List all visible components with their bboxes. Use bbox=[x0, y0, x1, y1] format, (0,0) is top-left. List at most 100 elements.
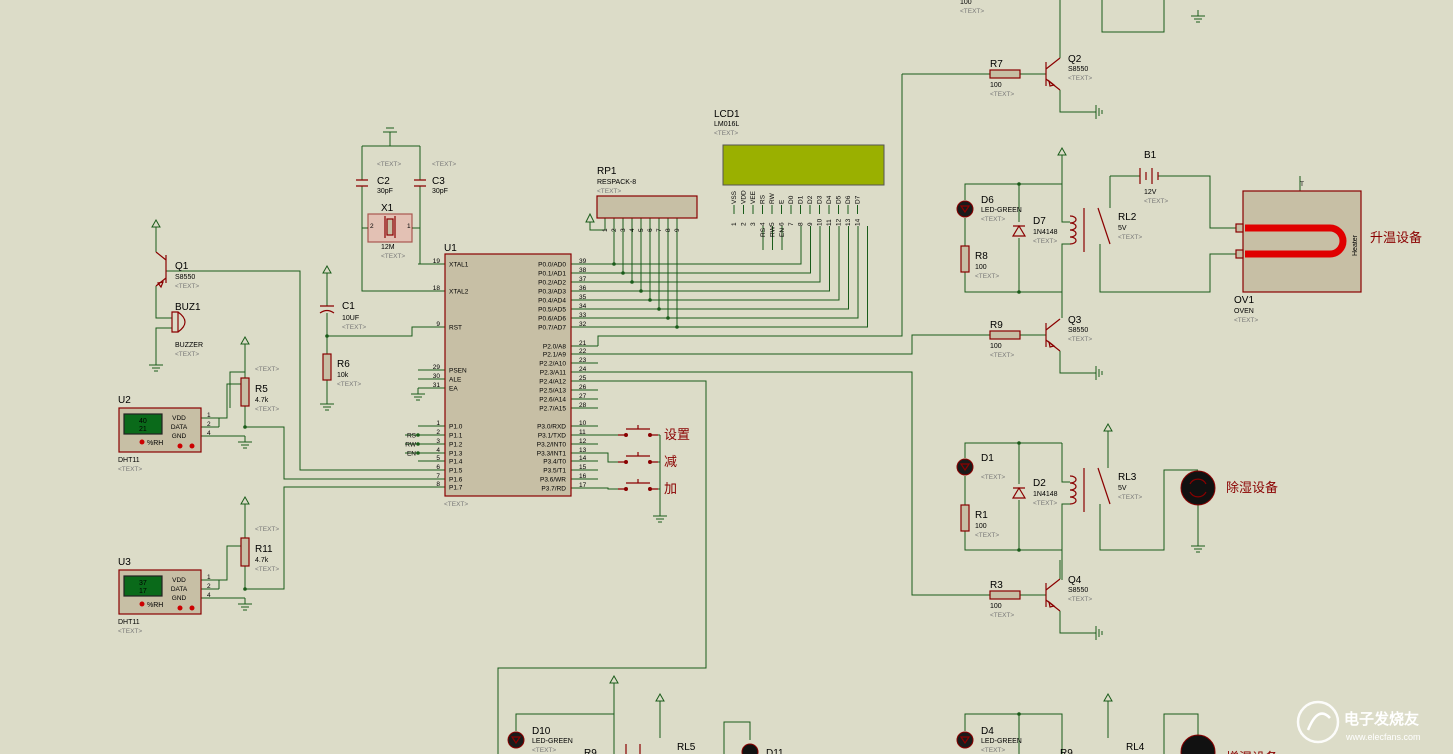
respack-pin: 5 bbox=[638, 228, 645, 232]
pin-label: P1.0 bbox=[449, 424, 463, 431]
button-pin bbox=[624, 433, 628, 437]
transistor-value: S8550 bbox=[1068, 327, 1088, 334]
button-pin bbox=[624, 460, 628, 464]
pin-label: XTAL2 bbox=[449, 289, 469, 296]
transistor-value: S8550 bbox=[175, 274, 195, 281]
pin-label: P0.6/AD6 bbox=[538, 316, 566, 323]
dht-pin: DATA bbox=[171, 586, 188, 593]
wire bbox=[166, 270, 418, 471]
lcd-pin-label: D1 bbox=[798, 195, 805, 204]
mcu-ref: U1 bbox=[444, 243, 457, 254]
crystal-pin: 2 bbox=[370, 223, 374, 230]
pin-number: 4 bbox=[436, 447, 440, 454]
lcd-screen bbox=[722, 144, 885, 186]
wire bbox=[1061, 443, 1070, 483]
respack-pin: 4 bbox=[629, 228, 636, 232]
wire bbox=[1059, 611, 1096, 634]
text-placeholder: <TEXT> bbox=[432, 161, 456, 168]
capacitor-c1 bbox=[319, 305, 335, 314]
pin-label: EA bbox=[449, 386, 458, 393]
transistor-ref: Q2 bbox=[1068, 54, 1082, 65]
wire bbox=[327, 326, 418, 337]
dht-unit: %RH bbox=[147, 602, 163, 609]
led-ref: D1 bbox=[981, 453, 994, 464]
pin-number: 31 bbox=[433, 382, 441, 389]
diode bbox=[1011, 486, 1027, 499]
lcd-signal: RW bbox=[770, 225, 777, 237]
pin-label: P2.5/A13 bbox=[539, 388, 566, 395]
transistor-value: S8550 bbox=[1068, 66, 1088, 73]
respack-rp1 bbox=[596, 195, 698, 219]
wire bbox=[964, 713, 1063, 754]
text-placeholder: <TEXT> bbox=[1118, 494, 1142, 501]
text-placeholder: <TEXT> bbox=[1118, 234, 1142, 241]
ground-symbol bbox=[238, 603, 252, 611]
led bbox=[956, 200, 974, 218]
pin-label: RST bbox=[449, 325, 462, 332]
wire bbox=[598, 226, 821, 283]
lcd-pin-number: 4 bbox=[760, 222, 767, 226]
led bbox=[507, 731, 525, 749]
text-placeholder: <TEXT> bbox=[975, 532, 999, 539]
pin-number: 30 bbox=[433, 373, 441, 380]
text-placeholder: <TEXT> bbox=[377, 161, 401, 168]
button-pin bbox=[648, 433, 652, 437]
pin-number: 3 bbox=[436, 438, 440, 445]
lcd-ref: LCD1 bbox=[714, 109, 740, 120]
dht-pin: VDD bbox=[172, 577, 186, 584]
resistor-value: 4.7k bbox=[255, 557, 269, 564]
dht-pin: GND bbox=[172, 433, 187, 440]
text-placeholder: <TEXT> bbox=[118, 466, 142, 473]
respack-pin: 3 bbox=[620, 228, 627, 232]
ground-symbol bbox=[411, 393, 425, 401]
ground-symbol bbox=[653, 515, 667, 523]
lcd-pin-label: D6 bbox=[845, 195, 852, 204]
resistor-ref: R6 bbox=[337, 359, 350, 370]
respack-pin: 7 bbox=[656, 228, 663, 232]
crystal-pin: 1 bbox=[407, 223, 411, 230]
pin-number: 18 bbox=[433, 285, 441, 292]
p1-signal: EN bbox=[407, 451, 416, 458]
dht-pin-number: 4 bbox=[207, 430, 211, 437]
button-label: 减 bbox=[664, 455, 677, 470]
junction bbox=[621, 271, 625, 275]
ground-symbol bbox=[238, 441, 252, 449]
pin-label: P3.6/WR bbox=[540, 477, 566, 484]
wire bbox=[598, 371, 990, 596]
lcd-pin-label: VDD bbox=[741, 190, 748, 204]
pin-label: P1.6 bbox=[449, 477, 463, 484]
relay-ref: RL4 bbox=[1126, 742, 1145, 753]
dehum-device-label: 除湿设备 bbox=[1226, 480, 1278, 496]
resistor bbox=[240, 537, 250, 567]
cap-ref: C3 bbox=[432, 176, 445, 187]
button-contact bbox=[618, 452, 658, 463]
lcd-pin-label: VEE bbox=[750, 190, 757, 204]
pin-number: 11 bbox=[579, 429, 586, 436]
junction bbox=[1017, 182, 1021, 186]
respack-pin: 9 bbox=[674, 228, 681, 232]
pin-number: 22 bbox=[579, 348, 587, 355]
p1-signal: RW bbox=[405, 442, 417, 449]
dht-temp: 40 bbox=[139, 418, 147, 425]
lcd-pin-label: E bbox=[779, 199, 786, 204]
text-placeholder: <TEXT> bbox=[990, 612, 1014, 619]
pin-label: P3.5/T1 bbox=[543, 468, 566, 475]
relay-contact bbox=[1097, 467, 1111, 505]
pin-label: P0.4/AD4 bbox=[538, 298, 566, 305]
ground-symbol bbox=[1095, 626, 1103, 640]
parts bbox=[118, 15, 1362, 754]
respack-pin: 1 bbox=[602, 228, 609, 232]
wire bbox=[598, 226, 840, 301]
diode-ref: D7 bbox=[1033, 216, 1046, 227]
pin-label: P0.7/AD7 bbox=[538, 325, 566, 332]
pin-number: 9 bbox=[436, 321, 440, 328]
lcd-pin-number: 2 bbox=[741, 222, 748, 226]
lcd-signal: RS bbox=[760, 227, 767, 237]
junction bbox=[416, 433, 420, 437]
pin-label: P3.3/INT1 bbox=[537, 451, 567, 458]
junction bbox=[1017, 712, 1021, 716]
pin-label: ALE bbox=[449, 377, 462, 384]
led-ref: D11 bbox=[766, 748, 784, 754]
wire bbox=[598, 452, 618, 463]
led-value: LED-GREEN bbox=[532, 738, 573, 745]
